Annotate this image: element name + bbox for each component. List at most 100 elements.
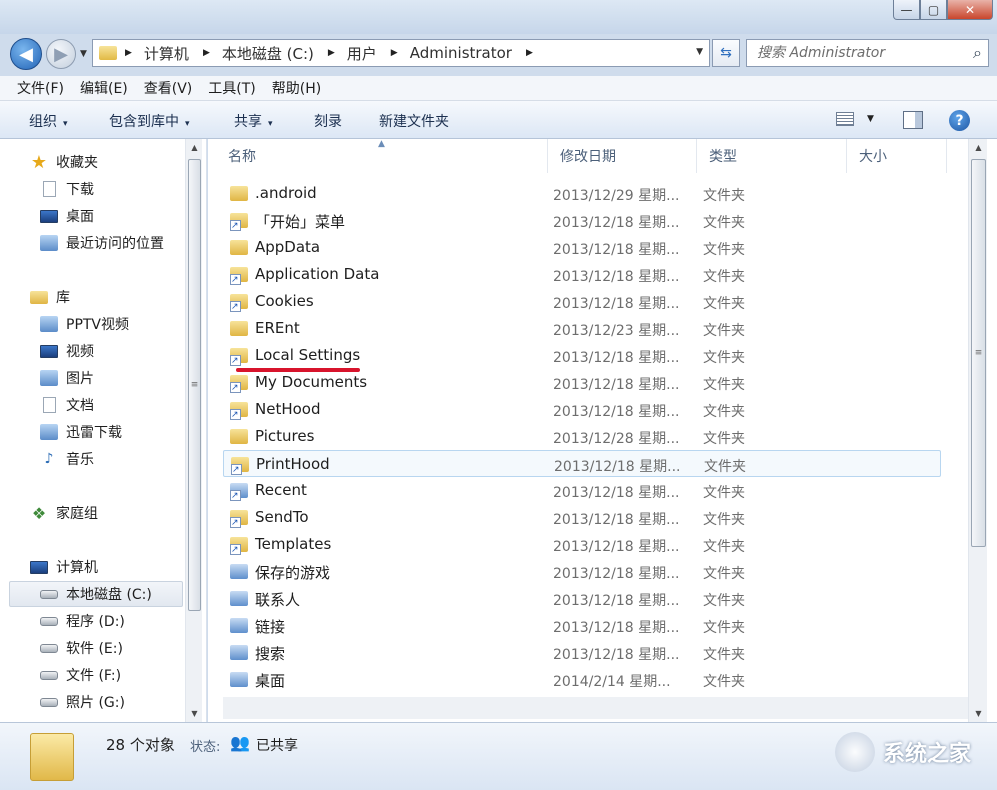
search-box[interactable]: ⌕ — [746, 39, 989, 67]
table-row[interactable]: EREnt 2013/12/23 星期... 文件夹 — [223, 315, 941, 342]
menu-file[interactable]: 文件(F) — [17, 78, 64, 98]
navigation-pane: ★ 收藏夹 下载 桌面 最近访问的位置 库 PPTV视频 视频 图片 文档 迅雷下… — [0, 139, 207, 722]
include-in-library-button[interactable]: 包含到库中 ▾ — [109, 111, 190, 131]
recent-places-icon — [40, 235, 58, 251]
desktop-folder-icon — [230, 672, 248, 687]
scroll-down-arrow[interactable]: ▼ — [969, 705, 988, 722]
sidebar-item-thunder[interactable]: 迅雷下载 — [40, 419, 122, 445]
menu-help[interactable]: 帮助(H) — [272, 78, 321, 98]
table-row[interactable]: Recent2013/12/18 星期...文件夹 — [223, 477, 941, 504]
sidebar-item-drive-g[interactable]: 照片 (G:) — [40, 689, 125, 715]
column-type[interactable]: 类型 — [697, 139, 847, 173]
sidebar-item-pptv[interactable]: PPTV视频 — [40, 311, 129, 337]
address-bar[interactable]: ▶ 计算机 ▶ 本地磁盘 (C:) ▶ 用户 ▶ Administrator ▶ ▼ — [92, 39, 710, 67]
table-row[interactable]: Templates2013/12/18 星期...文件夹 — [223, 531, 941, 558]
sidebar-item-drive-d[interactable]: 程序 (D:) — [40, 608, 125, 634]
breadcrumb-drive-c[interactable]: 本地磁盘 (C:) ▶ — [222, 43, 347, 64]
sidebar-item-drive-e[interactable]: 软件 (E:) — [40, 635, 123, 661]
file-list-scrollbar[interactable]: ▲ ≡ ▼ — [968, 139, 987, 722]
recent-pages-dropdown[interactable]: ▼ — [80, 49, 87, 59]
sidebar-item-music[interactable]: ♪ 音乐 — [40, 446, 94, 472]
menu-bar: 文件(F) 编辑(E) 查看(V) 工具(T) 帮助(H) — [0, 76, 997, 101]
download-icon — [43, 181, 56, 197]
burn-button[interactable]: 刻录 — [314, 111, 342, 131]
music-icon: ♪ — [44, 451, 54, 467]
organize-button[interactable]: 组织 ▾ — [29, 111, 68, 131]
red-underline-annotation — [236, 368, 360, 372]
menu-view[interactable]: 查看(V) — [144, 78, 193, 98]
drive-icon — [40, 616, 58, 626]
scroll-thumb[interactable]: ≡ — [188, 159, 201, 611]
minimize-button[interactable]: — — [893, 0, 920, 20]
column-size[interactable]: 大小 — [847, 139, 947, 173]
preview-pane-icon[interactable] — [903, 111, 923, 129]
close-button[interactable]: ✕ — [947, 0, 993, 20]
view-options-icon[interactable] — [836, 112, 854, 126]
sidebar-computer[interactable]: 计算机 — [30, 554, 98, 580]
help-icon[interactable]: ? — [949, 110, 970, 131]
back-button[interactable]: ◀ — [10, 38, 42, 70]
address-history-dropdown[interactable]: ▼ — [696, 47, 703, 57]
sidebar-favorites[interactable]: ★ 收藏夹 — [30, 149, 98, 175]
table-row[interactable]: My Documents2013/12/18 星期...文件夹 — [223, 369, 941, 396]
scroll-thumb[interactable]: ≡ — [971, 159, 986, 547]
table-row[interactable]: NetHood2013/12/18 星期...文件夹 — [223, 396, 941, 423]
thunder-download-icon — [40, 424, 58, 440]
table-row[interactable]: 联系人 2013/12/18 星期... 文件夹 — [223, 585, 941, 612]
breadcrumb-computer[interactable]: 计算机 ▶ — [144, 43, 222, 64]
search-icon[interactable]: ⌕ — [973, 43, 982, 63]
drive-icon — [40, 670, 58, 680]
maximize-button[interactable]: ▢ — [920, 0, 947, 20]
table-row[interactable]: Cookies2013/12/18 星期...文件夹 — [223, 288, 941, 315]
item-count: 28 个对象 — [106, 736, 175, 754]
table-row[interactable]: SendTo2013/12/18 星期...文件夹 — [223, 504, 941, 531]
breadcrumb-users[interactable]: 用户 ▶ — [347, 43, 410, 64]
breadcrumb-arrow-root[interactable]: ▶ — [125, 48, 144, 58]
scroll-up-arrow[interactable]: ▲ — [186, 139, 203, 156]
links-icon — [230, 618, 248, 633]
scroll-up-arrow[interactable]: ▲ — [969, 139, 988, 156]
menu-edit[interactable]: 编辑(E) — [80, 78, 128, 98]
watermark-text: 系统之家 — [883, 742, 972, 767]
folder-shortcut-icon — [230, 267, 248, 285]
table-row[interactable]: 保存的游戏 2013/12/18 星期... 文件夹 — [223, 558, 941, 585]
column-name[interactable]: 名称 — [216, 139, 548, 173]
sidebar-homegroup[interactable]: ❖ 家庭组 — [30, 500, 98, 526]
sidebar-item-documents[interactable]: 文档 — [40, 392, 94, 418]
title-bar: — ▢ ✕ — [0, 0, 997, 34]
view-options-dropdown[interactable]: ▼ — [867, 114, 874, 124]
sidebar-item-drive-f[interactable]: 文件 (F:) — [40, 662, 121, 688]
table-row[interactable]: 搜索 2013/12/18 星期... 文件夹 — [223, 639, 941, 666]
table-row[interactable]: Local Settings2013/12/18 星期...文件夹 — [223, 342, 941, 369]
sidebar-item-drive-c[interactable]: 本地磁盘 (C:) — [9, 581, 183, 607]
sidebar-item-videos[interactable]: 视频 — [40, 338, 94, 364]
forward-button[interactable]: ▶ — [46, 39, 76, 69]
column-date-modified[interactable]: 修改日期 — [548, 139, 697, 173]
sidebar-libraries[interactable]: 库 — [30, 284, 70, 310]
document-icon — [43, 397, 56, 413]
sidebar-item-pictures[interactable]: 图片 — [40, 365, 94, 391]
sidebar-scrollbar[interactable]: ▲ ≡ ▼ — [185, 139, 202, 722]
folder-icon — [230, 321, 248, 336]
table-row[interactable]: .android 2013/12/29 星期... 文件夹 — [223, 180, 941, 207]
sidebar-item-desktop[interactable]: 桌面 — [40, 203, 94, 229]
library-icon — [30, 290, 48, 304]
breadcrumb-administrator[interactable]: Administrator ▶ — [410, 44, 545, 62]
table-row[interactable]: 桌面 2014/2/14 星期... 文件夹 — [223, 666, 941, 693]
table-row[interactable]: Pictures 2013/12/28 星期... 文件夹 — [223, 423, 941, 450]
refresh-button[interactable]: ⇆ — [712, 39, 740, 67]
table-row[interactable]: 「开始」菜单2013/12/18 星期...文件夹 — [223, 207, 941, 234]
search-input[interactable] — [757, 45, 957, 61]
scroll-down-arrow[interactable]: ▼ — [186, 705, 203, 722]
table-row[interactable]: Application Data2013/12/18 星期...文件夹 — [223, 261, 941, 288]
sidebar-item-recent-places[interactable]: 最近访问的位置 — [40, 230, 164, 256]
new-folder-button[interactable]: 新建文件夹 — [379, 111, 449, 131]
menu-tools[interactable]: 工具(T) — [208, 78, 255, 98]
table-row[interactable]: 链接 2013/12/18 星期... 文件夹 — [223, 612, 941, 639]
sidebar-item-downloads[interactable]: 下载 — [40, 176, 94, 202]
table-row-hover[interactable]: PrintHood2013/12/18 星期...文件夹 — [223, 450, 941, 477]
share-with-button[interactable]: 共享 ▾ — [234, 111, 273, 131]
drive-icon — [40, 697, 58, 707]
recent-folder-icon — [230, 483, 248, 501]
table-row[interactable]: AppData 2013/12/18 星期... 文件夹 — [223, 234, 941, 261]
